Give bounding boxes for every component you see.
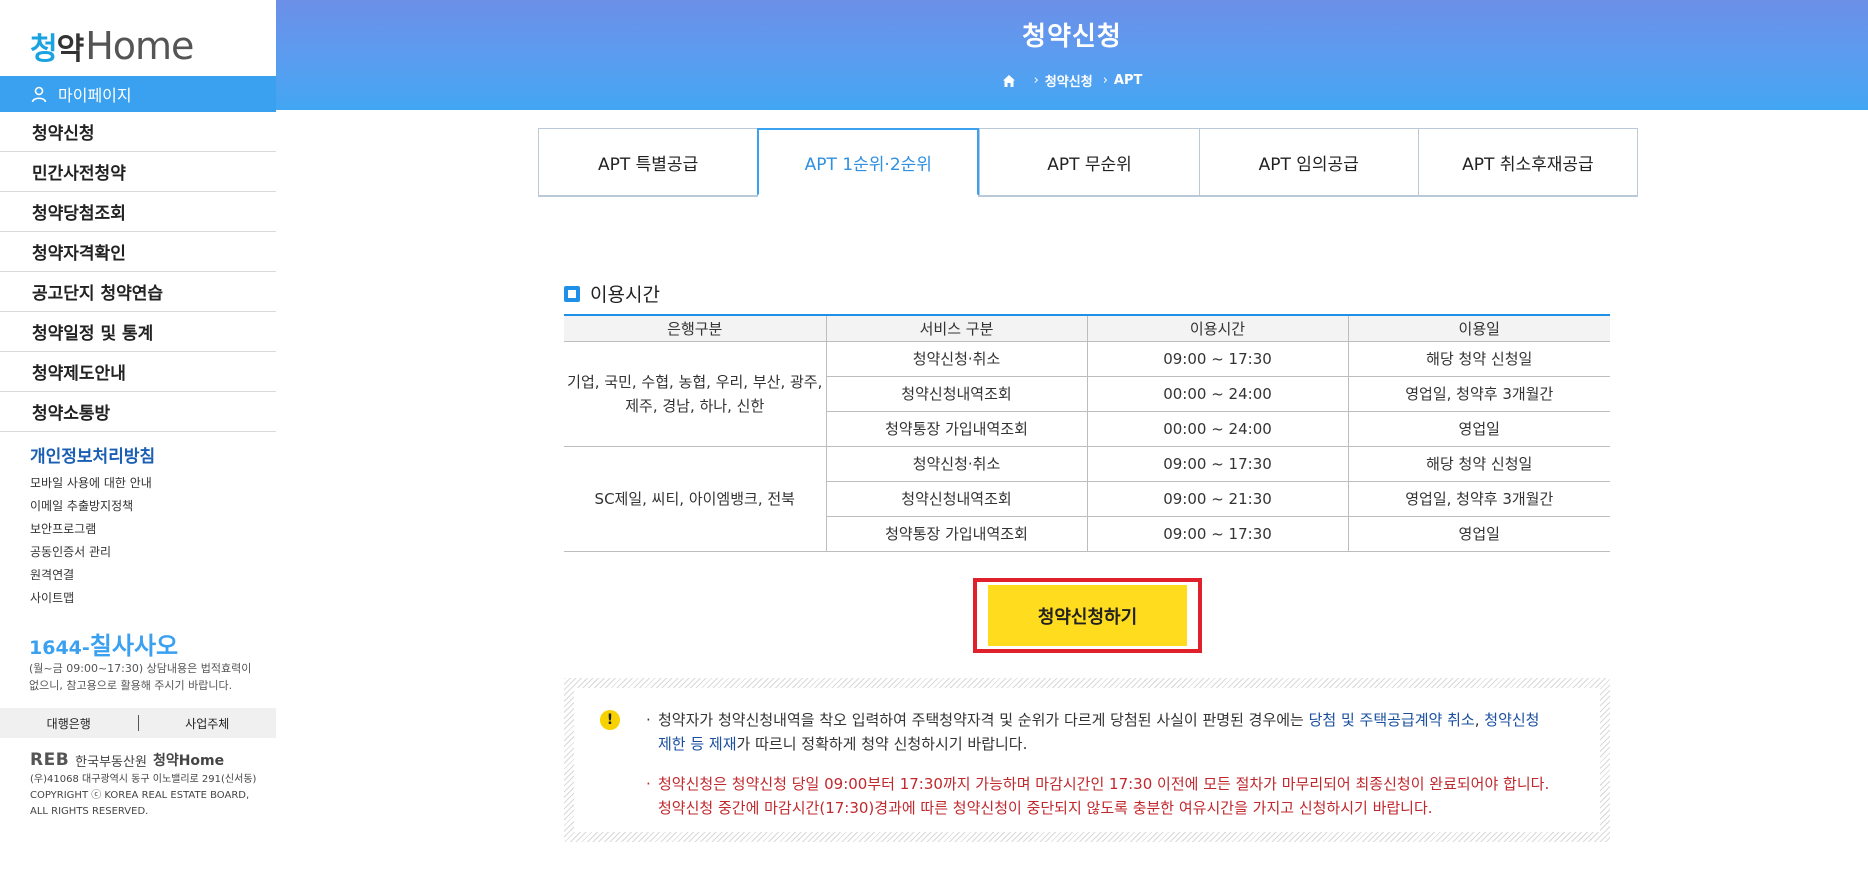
section-title: 이용시간 — [564, 280, 660, 307]
apply-subscription-button[interactable]: 청약신청하기 — [988, 585, 1187, 646]
sidebar-menu: 청약신청 민간사전청약 청약당첨조회 청약자격확인 공고단지 청약연습 청약일정… — [0, 112, 276, 432]
phone-word: 칠사사오 — [89, 632, 179, 660]
logo-korean: 청약 — [30, 32, 84, 67]
business-entity-link[interactable]: 사업주체 — [139, 715, 277, 732]
reb-logo: REB — [30, 750, 70, 770]
link-security-program[interactable]: 보안프로그램 — [30, 518, 152, 541]
service-cell: 청약신청·취소 — [825, 446, 1087, 482]
notice-paragraph-2: · 청약신청은 청약신청 당일 09:00부터 17:30까지 가능하며 마감시… — [646, 772, 1558, 820]
day-cell: 영업일, 청약후 3개월간 — [1347, 376, 1610, 412]
page-header: 청약신청 › 청약신청 › APT — [276, 0, 1868, 110]
person-icon — [31, 86, 47, 103]
chevron-right-icon: › — [1033, 73, 1039, 88]
time-cell: 09:00 ~ 17:30 — [1086, 516, 1348, 552]
sidebar-item-schedule-stats[interactable]: 청약일정 및 통계 — [0, 312, 276, 352]
bank-bar: 대행은행 사업주체 — [0, 708, 276, 738]
footer-site: 청약Home — [152, 753, 225, 769]
sidebar-item-communication[interactable]: 청약소통방 — [0, 392, 276, 432]
footer-org: 한국부동산원 — [75, 754, 147, 770]
footer-copyright: COPYRIGHT ⓒ KOREA REAL ESTATE BOARD, ALL… — [30, 790, 250, 817]
tab-apt-voluntary[interactable]: APT 임의공급 — [1198, 128, 1418, 196]
bank-group-cell: SC제일, 씨티, 아이엠뱅크, 전북 — [564, 446, 826, 552]
table-header: 이용일 — [1347, 314, 1610, 342]
day-cell: 영업일, 청약후 3개월간 — [1347, 481, 1610, 517]
link-mobile-guide[interactable]: 모바일 사용에 대한 안내 — [30, 472, 152, 495]
notice-1-text-a: 청약자가 청약신청내역을 착오 입력하여 주택청약자격 및 순위가 다르게 당첨… — [658, 711, 1309, 729]
table-header: 서비스 구분 — [825, 314, 1087, 342]
tab-apt-resupply[interactable]: APT 취소후재공급 — [1417, 128, 1639, 196]
footer-logo: REB 한국부동산원 청약Home — [30, 750, 224, 770]
service-cell: 청약통장 가입내역조회 — [825, 411, 1087, 447]
sidebar-item-private-pre-subscription[interactable]: 민간사전청약 — [0, 152, 276, 192]
footer-address-line: (우)41068 대구광역시 동구 이노밸리로 291(신서동) — [30, 774, 257, 785]
tab-apt-no-rank[interactable]: APT 무순위 — [979, 128, 1199, 196]
breadcrumb: › 청약신청 › APT — [276, 71, 1868, 90]
notice-inner: ! · 청약자가 청약신청내역을 착오 입력하여 주택청약자격 및 순위가 다르… — [574, 688, 1600, 832]
notice-2-text: 청약신청은 청약신청 당일 09:00부터 17:30까지 가능하며 마감시간인… — [658, 775, 1550, 817]
service-cell: 청약신청내역조회 — [825, 481, 1087, 517]
breadcrumb-apt[interactable]: APT — [1114, 73, 1142, 88]
table-header: 은행구분 — [564, 314, 826, 342]
service-cell: 청약신청·취소 — [825, 341, 1087, 377]
day-cell: 영업일 — [1347, 411, 1610, 447]
agent-bank-link[interactable]: 대행은행 — [0, 715, 138, 732]
phone-number: 1644-칠사사오 — [29, 626, 178, 661]
day-cell: 해당 청약 신청일 — [1347, 341, 1610, 377]
apply-button-highlight: 청약신청하기 — [973, 578, 1202, 653]
warning-icon: ! — [600, 710, 620, 730]
table-row: SC제일, 씨티, 아이엠뱅크, 전북 청약신청·취소 09:00 ~ 17:3… — [564, 446, 1610, 552]
bank-group-cell: 기업, 국민, 수협, 농협, 우리, 부산, 광주, 제주, 경남, 하나, … — [564, 341, 826, 447]
chevron-right-icon: › — [1102, 73, 1108, 88]
phone-prefix: 1644- — [29, 637, 90, 659]
time-cell: 09:00 ~ 21:30 — [1086, 481, 1348, 517]
sidebar: 청약 Home 마이페이지 청약신청 민간사전청약 청약당첨조회 청약자격확인 … — [0, 0, 276, 884]
table-header-row: 은행구분 서비스 구분 이용시간 이용일 — [564, 314, 1610, 342]
bullet: · — [646, 711, 651, 729]
notice-1-text-b: , — [1474, 711, 1485, 729]
square-bullet-icon — [564, 285, 580, 302]
link-remote[interactable]: 원격연결 — [30, 564, 152, 587]
tab-apt-special[interactable]: APT 특별공급 — [538, 128, 758, 196]
section-title-text: 이용시간 — [590, 284, 660, 306]
sidebar-item-practice[interactable]: 공고단지 청약연습 — [0, 272, 276, 312]
mypage-label: 마이페이지 — [58, 86, 132, 105]
tab-bar: APT 특별공급 APT 1순위·2순위 APT 무순위 APT 임의공급 AP… — [538, 128, 1639, 196]
usage-time-table: 은행구분 서비스 구분 이용시간 이용일 기업, 국민, 수협, 농협, 우리,… — [564, 314, 1610, 552]
home-icon[interactable] — [1002, 74, 1016, 88]
table-row: 기업, 국민, 수협, 농협, 우리, 부산, 광주, 제주, 경남, 하나, … — [564, 341, 1610, 447]
link-certificate[interactable]: 공동인증서 관리 — [30, 541, 152, 564]
sidebar-item-eligibility-check[interactable]: 청약자격확인 — [0, 232, 276, 272]
privacy-policy-link[interactable]: 개인정보처리방침 — [30, 442, 155, 467]
notice-box: ! · 청약자가 청약신청내역을 착오 입력하여 주택청약자격 및 순위가 다르… — [564, 678, 1610, 842]
sidebar-item-winner-inquiry[interactable]: 청약당첨조회 — [0, 192, 276, 232]
table-header: 이용시간 — [1086, 314, 1348, 342]
day-cell: 영업일 — [1347, 516, 1610, 552]
link-sitemap[interactable]: 사이트맵 — [30, 587, 152, 610]
service-cell: 청약통장 가입내역조회 — [825, 516, 1087, 552]
time-cell: 00:00 ~ 24:00 — [1086, 376, 1348, 412]
notice-1-highlight-1: 당첨 및 주택공급계약 취소 — [1308, 711, 1475, 729]
sidebar-item-apply[interactable]: 청약신청 — [0, 112, 276, 152]
site-logo[interactable]: 청약 Home — [30, 24, 194, 68]
service-cell: 청약신청내역조회 — [825, 376, 1087, 412]
time-cell: 09:00 ~ 17:30 — [1086, 341, 1348, 377]
link-email-policy[interactable]: 이메일 추출방지정책 — [30, 495, 152, 518]
time-cell: 00:00 ~ 24:00 — [1086, 411, 1348, 447]
bullet: · — [646, 775, 651, 793]
mypage-link[interactable]: 마이페이지 — [0, 76, 276, 112]
page-title: 청약신청 — [1022, 22, 1122, 52]
phone-note: (월~금 09:00~17:30) 상담내용은 법적효력이 없으니, 참고용으로… — [29, 662, 252, 692]
logo-english: Home — [85, 24, 194, 68]
notice-1-text-c: 가 따르니 정확하게 청약 신청하시기 바랍니다. — [736, 735, 1028, 753]
time-cell: 09:00 ~ 17:30 — [1086, 446, 1348, 482]
footer-address: (우)41068 대구광역시 동구 이노밸리로 291(신서동) COPYRIG… — [30, 772, 260, 820]
tab-apt-first-second[interactable]: APT 1순위·2순위 — [757, 128, 980, 196]
sidebar-sublinks: 모바일 사용에 대한 안내 이메일 추출방지정책 보안프로그램 공동인증서 관리… — [30, 472, 152, 610]
breadcrumb-apply[interactable]: 청약신청 — [1045, 71, 1093, 90]
notice-paragraph-1: · 청약자가 청약신청내역을 착오 입력하여 주택청약자격 및 순위가 다르게 … — [646, 708, 1558, 756]
day-cell: 해당 청약 신청일 — [1347, 446, 1610, 482]
sidebar-item-system-guide[interactable]: 청약제도안내 — [0, 352, 276, 392]
